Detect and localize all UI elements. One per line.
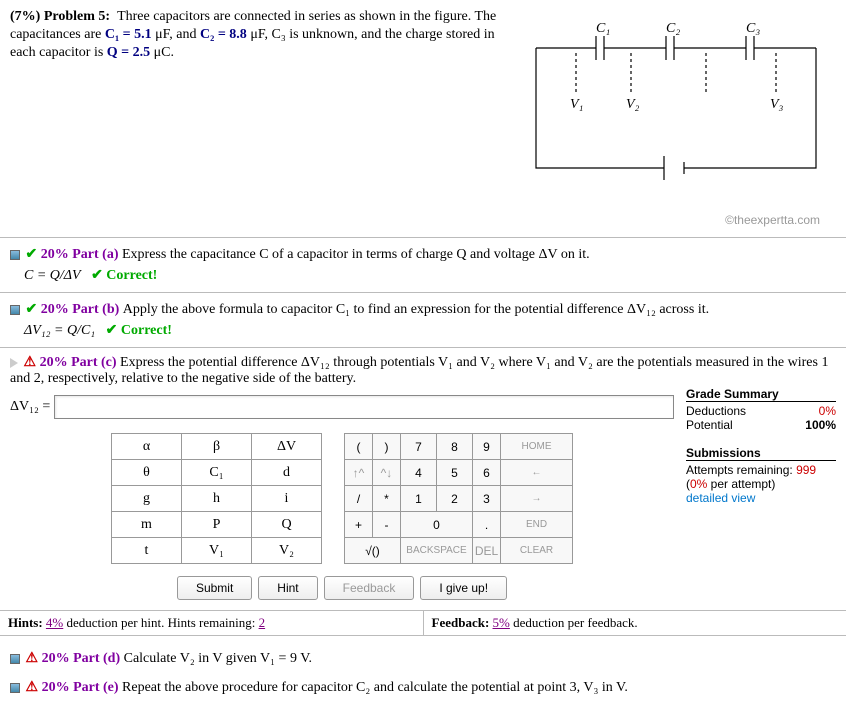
submit-button[interactable]: Submit	[177, 576, 252, 600]
var-btn[interactable]: θ	[112, 460, 182, 486]
part-c: ⚠ 20% Part (c) Express the potential dif…	[0, 347, 846, 610]
svg-text:C₃: C₃	[746, 21, 760, 36]
svg-text:C₁: C₁	[596, 21, 610, 36]
var-btn[interactable]: g	[112, 486, 182, 512]
var-btn[interactable]: d	[252, 460, 322, 486]
check-icon: ✔	[26, 302, 38, 317]
warn-icon: ⚠	[24, 355, 37, 370]
grade-summary: Grade Summary Deductions0% Potential100%…	[686, 387, 836, 505]
var-btn[interactable]: h	[182, 486, 252, 512]
collapse-icon[interactable]	[10, 305, 20, 315]
detailed-view-link[interactable]: detailed view	[686, 491, 836, 505]
answer-label: ΔV₁₂ =	[10, 399, 54, 415]
var-btn[interactable]: i	[252, 486, 322, 512]
svg-text:V₃: V₃	[770, 97, 784, 112]
hint-button[interactable]: Hint	[258, 576, 317, 600]
variables-grid: αβΔV θC₁d ghi mPQ tV₁V₂	[111, 433, 322, 564]
problem-statement: (7%) Problem 5: Three capacitors are con…	[10, 8, 516, 63]
var-btn[interactable]: t	[112, 538, 182, 564]
part-e: ⚠ 20% Part (e) Repeat the above procedur…	[0, 675, 846, 704]
feedback-button[interactable]: Feedback	[324, 576, 415, 600]
warn-icon: ⚠	[26, 680, 39, 695]
var-btn[interactable]: m	[112, 512, 182, 538]
expand-icon[interactable]	[10, 358, 18, 368]
circuit-diagram: C₁ C₂ C₃ V₁ V₂ V₃ ©theexpertta.com	[516, 8, 836, 233]
warn-icon: ⚠	[26, 651, 39, 666]
var-btn[interactable]: V₂	[252, 538, 322, 564]
part-d: ⚠ 20% Part (d) Calculate V₂ in V given V…	[0, 646, 846, 675]
answer-input[interactable]	[54, 395, 674, 419]
numpad-grid: ()789HOME ↑^^↓456← /*123→ +-0.END √()BAC…	[344, 433, 573, 564]
giveup-button[interactable]: I give up!	[420, 576, 507, 600]
collapse-icon[interactable]	[10, 250, 20, 260]
calculator-pad: αβΔV θC₁d ghi mPQ tV₁V₂ ()789HOME ↑^^↓45…	[10, 433, 674, 564]
collapse-icon[interactable]	[10, 683, 20, 693]
collapse-icon[interactable]	[10, 654, 20, 664]
svg-text:V₂: V₂	[626, 97, 640, 112]
problem-percent: (7%) Problem 5:	[10, 9, 110, 24]
var-btn[interactable]: P	[182, 512, 252, 538]
var-btn[interactable]: α	[112, 434, 182, 460]
var-btn[interactable]: ΔV	[252, 434, 322, 460]
var-btn[interactable]: Q	[252, 512, 322, 538]
copyright: ©theexpertta.com	[516, 213, 836, 233]
hints-feedback-row: Hints: 4% deduction per hint. Hints rema…	[0, 610, 846, 636]
var-btn[interactable]: C₁	[182, 460, 252, 486]
part-a: ✔ 20% Part (a) Express the capacitance C…	[0, 237, 846, 292]
svg-text:C₂: C₂	[666, 21, 680, 36]
var-btn[interactable]: β	[182, 434, 252, 460]
part-b: ✔ 20% Part (b) Apply the above formula t…	[0, 292, 846, 347]
var-btn[interactable]: V₁	[182, 538, 252, 564]
svg-text:V₁: V₁	[570, 97, 583, 112]
check-icon: ✔	[26, 247, 38, 262]
